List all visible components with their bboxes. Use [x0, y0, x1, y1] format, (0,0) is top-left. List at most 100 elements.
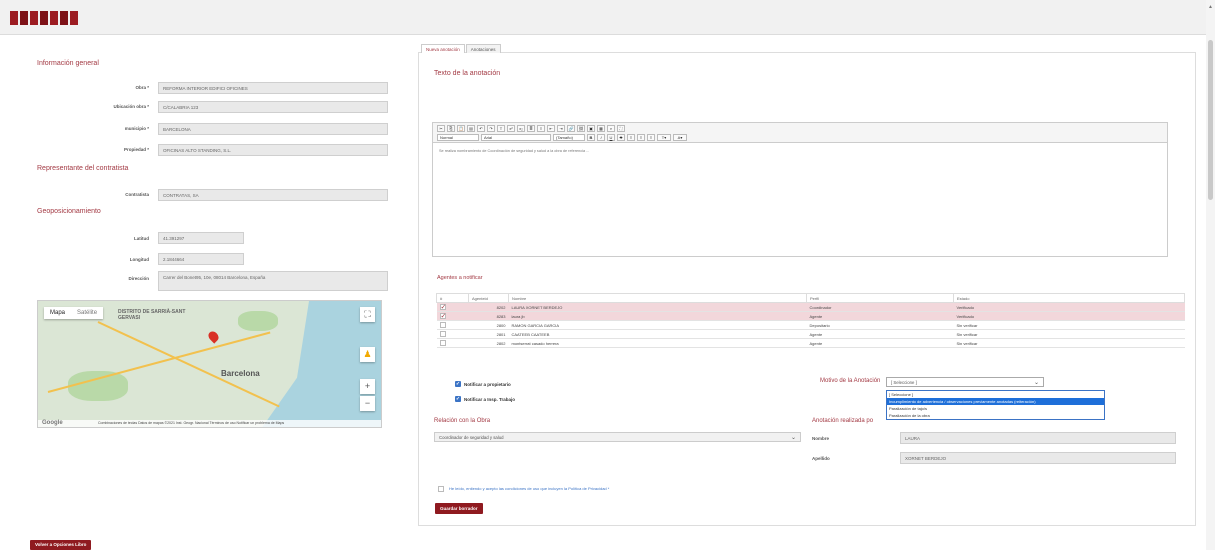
subscript-icon[interactable]: x₂ [517, 125, 525, 132]
table-row[interactable]: 2801 CAATEEB CAATEEB Agente Sin verifica… [436, 329, 1185, 339]
undo-icon[interactable]: ↶ [477, 125, 485, 132]
obra-field[interactable]: REFORMA INTERIOR EDIFICI OFICINES [158, 82, 388, 94]
page-scrollbar[interactable]: ▲ [1206, 0, 1215, 550]
column-header[interactable]: Perfil [806, 293, 954, 303]
tab-anotaciones[interactable]: Anotaciones [465, 44, 501, 53]
font-select[interactable]: Arial [481, 134, 551, 141]
back-to-options-button[interactable]: Volver a Opciones Libro [30, 540, 92, 550]
general-info-heading: Información general [37, 60, 99, 67]
cut-icon[interactable]: ✂ [437, 125, 445, 132]
table-icon[interactable]: ▦ [597, 125, 605, 132]
scroll-up-icon[interactable]: ▲ [1208, 4, 1213, 10]
align-center-icon[interactable]: ≡ [637, 134, 645, 141]
agent-estado: Sin verificar [953, 320, 1185, 330]
redo-icon[interactable]: ↷ [487, 125, 495, 132]
agents-heading: Agentes a notificar [437, 275, 483, 281]
motivo-label: Motivo de la Anotación [820, 378, 881, 384]
row-checkbox[interactable] [439, 339, 446, 346]
checkbox-checked-icon[interactable]: ✓ [455, 396, 461, 402]
map-city-label: Barcelona [221, 369, 260, 378]
strikethrough-icon[interactable]: S [617, 134, 625, 141]
notify-inspection-label: Notificar a Insp. Trabajo [464, 396, 516, 402]
agent-id: 2801 [468, 329, 509, 339]
editor-content[interactable]: Se realiza nombramiento de Coordinación … [433, 143, 1167, 159]
privacy-checkbox[interactable] [438, 486, 444, 492]
superscript-icon[interactable]: x² [507, 125, 515, 132]
text-color-icon[interactable]: T▾ [657, 134, 671, 141]
table-row[interactable]: 2800 RAMON GARCIA GARCIA Depositario Sin… [436, 320, 1185, 330]
motivo-select[interactable]: [ Seleccione ] ⌄ [886, 377, 1044, 387]
column-header[interactable]: Agenteid [468, 293, 509, 303]
style-select[interactable]: Normal [437, 134, 479, 141]
align-left-icon[interactable]: ≡ [627, 134, 635, 141]
table-row[interactable]: 2802 montserrat casado herrera Agente Si… [436, 338, 1185, 348]
longitud-field[interactable]: 2.1844664 [158, 253, 244, 265]
contratista-field[interactable]: CONTRATAS, SA [158, 189, 388, 201]
brand-logo[interactable] [10, 11, 78, 25]
table-row[interactable]: 8202 LAURA XORNET BERDEJO Coordinador Ve… [436, 302, 1185, 312]
align-right-icon[interactable]: ≡ [647, 134, 655, 141]
underline-icon[interactable]: U [607, 134, 615, 141]
dropdown-option[interactable]: [ Seleccione ] [887, 391, 1104, 398]
dropdown-option[interactable]: Incumplimiento de advertencia / observac… [887, 398, 1104, 405]
table-row[interactable]: 8283 laura jb Agente Verificado [436, 311, 1185, 321]
notify-owner-label: Notificar a propietario [464, 381, 511, 387]
copy-icon[interactable]: ⎘ [447, 125, 455, 132]
tab-nueva-anotacion[interactable]: Nueva anotación [421, 44, 465, 53]
nombre-field[interactable]: LAURA [900, 432, 1176, 444]
municipio-field[interactable]: BARCELONA [158, 123, 388, 135]
save-draft-button[interactable]: Guardar borrador [435, 503, 483, 514]
scrollbar-thumb[interactable] [1208, 40, 1213, 200]
zoom-in-button[interactable]: + [360, 379, 375, 394]
column-header[interactable]: Estado [953, 293, 1185, 303]
zoom-out-button[interactable]: − [360, 396, 375, 411]
outdent-icon[interactable]: ⇤ [547, 125, 555, 132]
contratista-heading: Representante del contratista [37, 165, 129, 172]
link-icon[interactable]: 🔗 [567, 125, 575, 132]
row-checkbox[interactable] [439, 303, 446, 311]
notify-owner-checkbox[interactable]: ✓ Notificar a propietario [455, 381, 511, 387]
location-pin-icon[interactable] [206, 329, 221, 344]
maximize-icon[interactable]: ⛶ [617, 125, 625, 132]
latitud-field[interactable]: 41.391297 [158, 232, 244, 244]
map-tab-mapa[interactable]: Mapa [44, 307, 71, 319]
dropdown-option[interactable]: Paralización de la obra [887, 412, 1104, 419]
bold-icon[interactable]: B [587, 134, 595, 141]
relacion-select[interactable]: Coordinador de seguridad y salud ⌄ [434, 432, 801, 442]
row-checkbox[interactable] [439, 330, 446, 337]
relacion-heading: Relación con la Obra [434, 418, 491, 424]
unlink-icon[interactable]: ⛓ [577, 125, 585, 132]
agent-perfil: Agente [806, 329, 954, 339]
chevron-down-icon: ⌄ [1033, 380, 1039, 386]
agent-id: 8202 [468, 302, 509, 312]
location-map[interactable]: Mapa Satélite DISTRITO DE SARRIÀ-SANT GE… [37, 300, 382, 428]
notify-inspection-checkbox[interactable]: ✓ Notificar a Insp. Trabajo [455, 396, 515, 402]
size-select[interactable]: (Tamaño) [553, 134, 585, 141]
find-icon[interactable]: ⌕ [607, 125, 615, 132]
privacy-link[interactable]: He leído, entiendo y acepto las condicio… [449, 486, 609, 491]
apellido-field[interactable]: XORNET BERDEJO [900, 452, 1176, 464]
background-color-icon[interactable]: A▾ [673, 134, 687, 141]
map-tab-satelite[interactable]: Satélite [71, 307, 103, 319]
numbered-list-icon[interactable]: ≣ [527, 125, 535, 132]
column-header[interactable]: # [436, 293, 469, 303]
ubicacion-field[interactable]: C/CALABRIA 123 [158, 101, 388, 113]
street-view-icon[interactable]: ♟ [360, 347, 375, 362]
row-checkbox[interactable] [439, 312, 446, 320]
checkbox-checked-icon[interactable]: ✓ [455, 381, 461, 387]
bullet-list-icon[interactable]: ≡ [537, 125, 545, 132]
remove-format-icon[interactable]: T [497, 125, 505, 132]
direccion-field[interactable]: Carrer del Bonet95, 10e, 08014 Barcelona… [158, 271, 388, 291]
propiedad-field[interactable]: OFICINAS ALTO STANDING, S.L. [158, 144, 388, 156]
paste-icon[interactable]: 📋 [457, 125, 465, 132]
paste-text-icon[interactable]: ▤ [467, 125, 475, 132]
dropdown-option[interactable]: Paralización de tajo/s [887, 405, 1104, 412]
italic-icon[interactable]: I [597, 134, 605, 141]
fullscreen-icon[interactable]: ⛶ [360, 307, 375, 322]
column-header[interactable]: Nombre [508, 293, 807, 303]
row-checkbox[interactable] [439, 321, 446, 328]
realizada-heading: Anotación realizada po [812, 418, 874, 424]
indent-icon[interactable]: ⇥ [557, 125, 565, 132]
rich-text-editor[interactable]: ✂ ⎘ 📋 ▤ ↶ ↷ T x² x₂ ≣ ≡ ⇤ ⇥ 🔗 ⛓ ▣ ▦ ⌕ ⛶ … [432, 122, 1168, 257]
image-icon[interactable]: ▣ [587, 125, 595, 132]
